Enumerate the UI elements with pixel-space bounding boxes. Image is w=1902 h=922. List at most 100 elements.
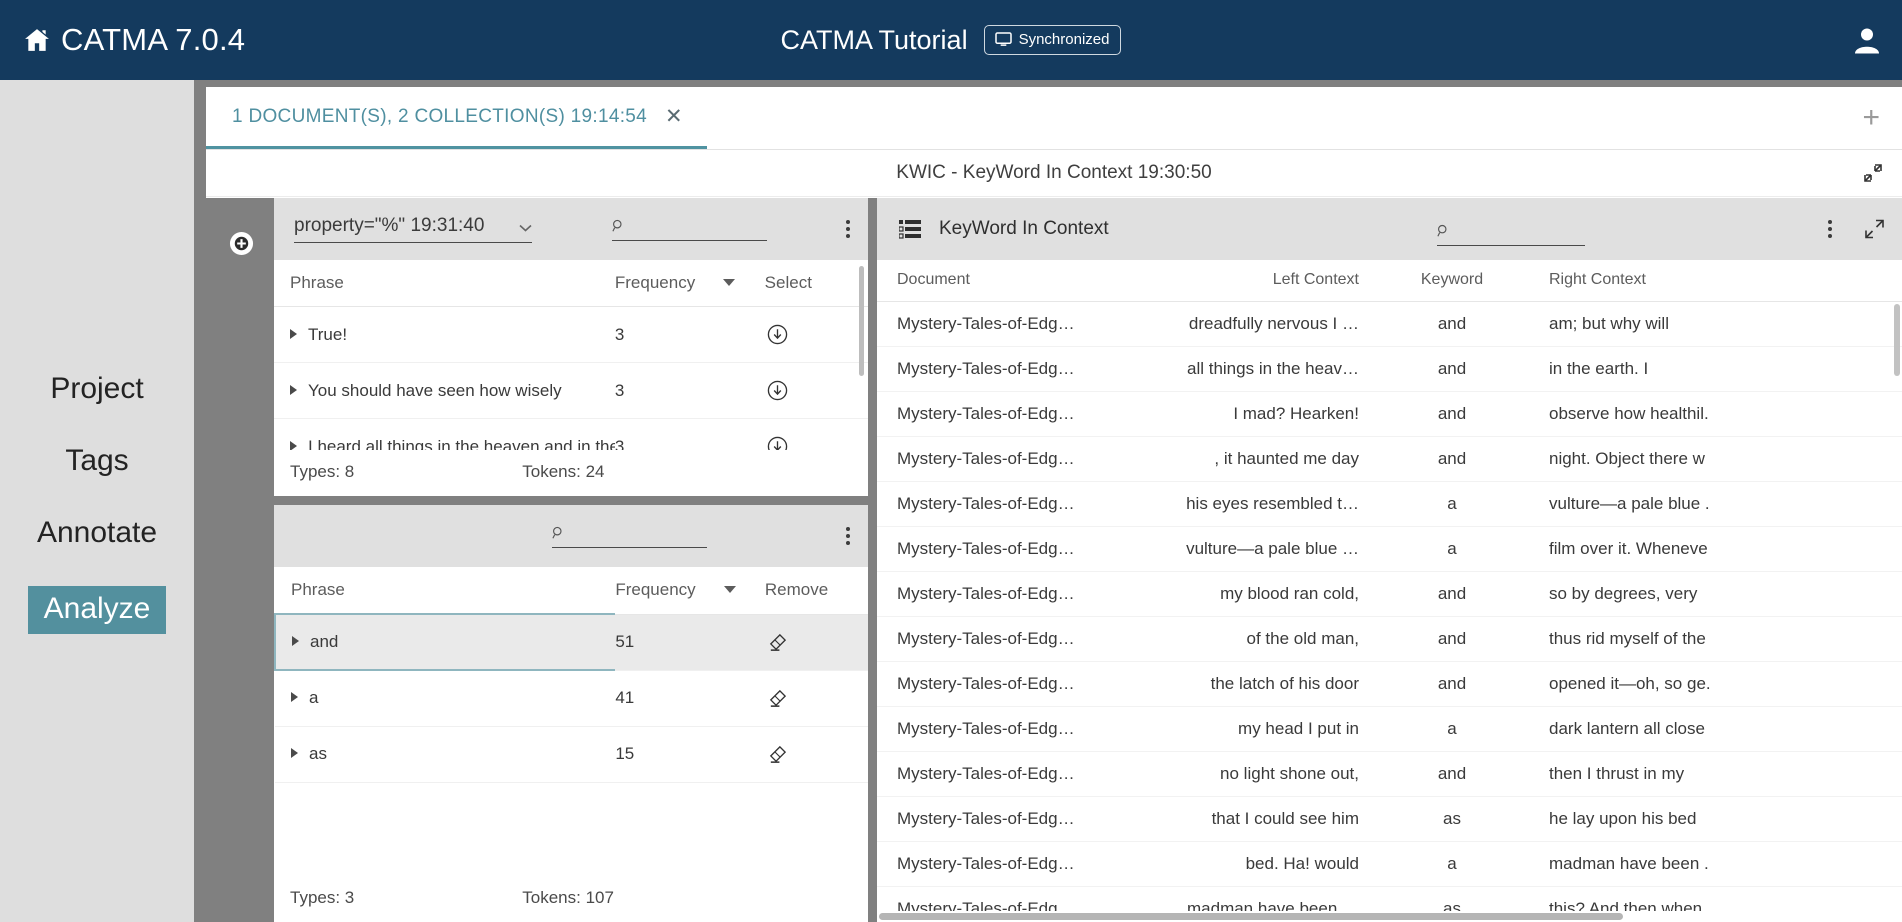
search-input[interactable] — [570, 524, 707, 542]
table-row[interactable]: You should have seen how wisely 3 — [274, 362, 868, 419]
download-circle-icon[interactable] — [767, 436, 788, 450]
select-cell[interactable] — [764, 362, 868, 419]
right-context-cell: dark lantern all close — [1527, 706, 1902, 752]
remove-cell[interactable] — [764, 726, 868, 783]
sidebar-item-annotate[interactable]: Annotate — [31, 514, 163, 552]
search-input[interactable] — [1455, 222, 1585, 240]
table-row[interactable]: Mystery-Tales-of-Edg… vulture—a pale blu… — [877, 526, 1902, 572]
select-cell[interactable] — [764, 306, 868, 363]
column-header-left-context[interactable]: Left Context — [1115, 260, 1377, 302]
column-header-frequency[interactable]: Frequency — [614, 260, 765, 307]
panel-divider[interactable] — [274, 496, 868, 505]
add-query-handle[interactable] — [208, 213, 274, 503]
table-row[interactable]: Mystery-Tales-of-Edg… that I could see h… — [877, 796, 1902, 842]
table-row[interactable]: Mystery-Tales-of-Edg… his eyes resembled… — [877, 481, 1902, 527]
query-results-column: property="%" 19:31:40 Phrase Frequency S… — [274, 198, 868, 922]
query-select[interactable]: property="%" 19:31:40 — [294, 215, 532, 243]
table-header-row: Document Left Context Keyword Right Cont… — [877, 260, 1902, 302]
eraser-icon[interactable] — [767, 688, 788, 709]
table-row[interactable]: Mystery-Tales-of-Edg… I mad? Hearken! an… — [877, 391, 1902, 437]
column-header-select: Select — [764, 260, 868, 307]
remove-cell[interactable] — [764, 614, 868, 671]
keyword-cell: and — [1377, 346, 1527, 392]
avatar[interactable] — [1854, 27, 1880, 54]
selected-search[interactable] — [552, 524, 707, 548]
expand-icon[interactable] — [1863, 218, 1886, 241]
plus-circle-icon[interactable] — [229, 231, 254, 256]
collapse-icon[interactable] — [1862, 162, 1884, 184]
keyword-cell: and — [1377, 301, 1527, 347]
column-header-frequency[interactable]: Frequency — [615, 567, 765, 615]
table-row[interactable]: and 51 — [274, 613, 868, 671]
phrase-cell[interactable]: as — [275, 726, 616, 783]
document-cell: Mystery-Tales-of-Edg… — [877, 616, 1115, 662]
expand-triangle-icon[interactable] — [290, 440, 297, 450]
phrase-cell[interactable]: a — [275, 670, 616, 727]
column-header-right-context[interactable]: Right Context — [1527, 260, 1902, 302]
search-input[interactable] — [630, 217, 767, 235]
table-row[interactable]: a 41 — [275, 670, 868, 727]
horizontal-scrollbar-thumb[interactable] — [879, 913, 1623, 920]
vertical-scrollbar[interactable] — [859, 266, 864, 376]
close-icon[interactable]: ✕ — [665, 106, 683, 127]
column-header-document[interactable]: Document — [877, 260, 1115, 302]
table-row[interactable]: Mystery-Tales-of-Edg… , it haunted me da… — [877, 436, 1902, 482]
sidebar-item-analyze[interactable]: Analyze — [27, 586, 167, 634]
table-row[interactable]: as 15 — [275, 726, 868, 783]
keyword-cell: a — [1377, 526, 1527, 572]
table-header-row: Phrase Frequency Select — [274, 260, 868, 307]
download-circle-icon[interactable] — [767, 380, 788, 401]
document-cell: Mystery-Tales-of-Edg… — [877, 346, 1115, 392]
expand-triangle-icon[interactable] — [292, 636, 299, 646]
tokens-count: Tokens: 24 — [522, 462, 605, 481]
eraser-icon[interactable] — [767, 744, 788, 765]
phrase-cell[interactable]: You should have seen how wisely — [274, 362, 615, 419]
remove-cell[interactable] — [764, 670, 868, 727]
eraser-icon[interactable] — [767, 632, 788, 653]
expand-triangle-icon[interactable] — [291, 748, 298, 758]
table-row[interactable]: Mystery-Tales-of-Edg… bed. Ha! would a m… — [877, 841, 1902, 887]
kwic-search[interactable] — [1437, 222, 1585, 246]
document-cell: Mystery-Tales-of-Edg… — [877, 481, 1115, 527]
sidebar-item-project[interactable]: Project — [44, 370, 149, 408]
kebab-menu-icon[interactable] — [846, 527, 850, 545]
sidebar-item-tags[interactable]: Tags — [59, 442, 134, 480]
table-row[interactable]: I heard all things in the heaven and in … — [274, 418, 868, 450]
table-row[interactable]: Mystery-Tales-of-Edg… dreadfully nervous… — [877, 301, 1902, 347]
table-row[interactable]: Mystery-Tales-of-Edg… all things in the … — [877, 346, 1902, 392]
download-circle-icon[interactable] — [767, 324, 788, 345]
horizontal-scrollbar[interactable] — [877, 911, 1902, 922]
tab-analysis-session[interactable]: 1 DOCUMENT(S), 2 COLLECTION(S) 19:14:54 … — [206, 87, 707, 149]
column-header-keyword[interactable]: Keyword — [1377, 260, 1527, 302]
table-row[interactable]: Mystery-Tales-of-Edg… the latch of his d… — [877, 661, 1902, 707]
kebab-menu-icon[interactable] — [1828, 220, 1832, 238]
add-tab-button[interactable]: + — [1862, 103, 1880, 133]
phrase-cell[interactable]: I heard all things in the heaven and in … — [274, 418, 615, 450]
column-header-phrase[interactable]: Phrase — [274, 260, 615, 307]
phrase-cell[interactable]: and — [274, 613, 616, 671]
search-icon — [1437, 224, 1447, 237]
phrase-search[interactable] — [612, 217, 767, 241]
kebab-menu-icon[interactable] — [846, 220, 850, 238]
vertical-scrollbar[interactable] — [1894, 304, 1900, 376]
status-badge[interactable]: Synchronized — [983, 25, 1122, 55]
table-row[interactable]: Mystery-Tales-of-Edg… my blood ran cold,… — [877, 571, 1902, 617]
query-select-value: property="%" 19:31:40 — [294, 215, 485, 236]
document-cell: Mystery-Tales-of-Edg… — [877, 391, 1115, 437]
table-row[interactable]: Mystery-Tales-of-Edg… no light shone out… — [877, 751, 1902, 797]
document-cell: Mystery-Tales-of-Edg… — [877, 571, 1115, 617]
tab-label: 1 DOCUMENT(S), 2 COLLECTION(S) 19:14:54 — [232, 105, 648, 127]
table-row[interactable]: True! 3 — [274, 306, 868, 363]
expand-triangle-icon[interactable] — [290, 328, 297, 339]
column-header-phrase[interactable]: Phrase — [275, 567, 616, 615]
table-row[interactable]: Mystery-Tales-of-Edg… of the old man, an… — [877, 616, 1902, 662]
expand-triangle-icon[interactable] — [290, 384, 297, 395]
table-row[interactable]: Mystery-Tales-of-Edg… my head I put in a… — [877, 706, 1902, 752]
app-header: CATMA 7.0.4 CATMA Tutorial Synchronized — [0, 0, 1902, 80]
select-cell[interactable] — [764, 418, 868, 450]
right-context-cell: he lay upon his bed — [1527, 796, 1902, 842]
left-context-cell: , it haunted me day — [1115, 436, 1377, 482]
phrase-cell[interactable]: True! — [274, 306, 615, 363]
chevron-down-icon — [519, 224, 532, 232]
expand-triangle-icon[interactable] — [291, 692, 298, 703]
